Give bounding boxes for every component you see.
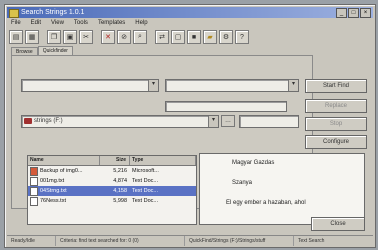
file-list[interactable]: Name Size Type Backup of img0... 5,216 M… (27, 155, 197, 225)
open-icon[interactable]: ▦ (25, 30, 39, 44)
column-name[interactable]: Name (28, 156, 100, 165)
status-state: Ready/Idle (7, 236, 56, 246)
help-icon[interactable]: ? (235, 30, 249, 44)
tab-quickfinder[interactable]: Quickfinder (37, 46, 73, 55)
browse-folder-button[interactable]: … (221, 115, 235, 127)
menu-help[interactable]: Help (135, 19, 147, 28)
replace-button[interactable]: Replace (305, 99, 367, 113)
status-mode: Text Search (298, 238, 325, 244)
window-title: Search Strings 1.0.1 (21, 9, 85, 16)
cancel-icon[interactable]: ⊘ (117, 30, 131, 44)
preview-line: El egy ember a hazaban, ahol (226, 200, 306, 206)
save-icon[interactable]: ▤ (9, 30, 23, 44)
toolbar: ▤ ▦ ❐ ▣ ✂ ✕ ⊘ ⌕ ⇄ ▢ ■ ▰ ⚙ ? (9, 30, 335, 44)
replace-icon[interactable]: ⇄ (155, 30, 169, 44)
file-list-header: Name Size Type (28, 156, 196, 166)
menu-tools[interactable]: Tools (74, 19, 88, 28)
start-find-button[interactable]: Start Find (305, 79, 367, 93)
preview-line: Magyar Gazdas (232, 160, 275, 166)
column-size[interactable]: Size (100, 156, 130, 165)
list-item[interactable]: 001mg.txt 4,874 Text Doc... (28, 176, 196, 186)
document-icon (30, 166, 38, 176)
status-bar: Ready/Idle Criteria: find text searched … (7, 235, 373, 246)
title-bar: Search Strings 1.0.1 _ □ × (7, 7, 373, 18)
minimize-button[interactable]: _ (336, 8, 347, 18)
maximize-button[interactable]: □ (348, 8, 359, 18)
stop-button[interactable]: Stop (305, 117, 367, 131)
replace-text-input[interactable]: ▾ (165, 79, 299, 92)
list-item[interactable]: 76Ness.txt 5,998 Text Doc... (28, 196, 196, 206)
close-button[interactable]: Close (311, 217, 365, 231)
menu-edit[interactable]: Edit (31, 19, 41, 28)
menu-view[interactable]: View (51, 19, 64, 28)
menu-templates[interactable]: Templates (98, 19, 125, 28)
preview-pane[interactable]: Magyar Gazdas Szanya El egy ember a haza… (199, 153, 365, 225)
text-file-icon (30, 176, 38, 186)
status-criteria: Criteria: find text searched for: 0 (0) (56, 236, 185, 246)
app-icon (9, 9, 19, 18)
options-icon[interactable]: ⚙ (219, 30, 233, 44)
menu-file[interactable]: File (11, 19, 21, 28)
status-path: QuickFind/Strings (F:)/Strings/stuff (185, 236, 294, 246)
configure-button[interactable]: Configure (305, 135, 367, 149)
paste-icon[interactable]: ▣ (63, 30, 77, 44)
chevron-down-icon[interactable]: ▾ (288, 80, 298, 91)
delete-icon[interactable]: ✕ (101, 30, 115, 44)
list-item[interactable]: Backup of img0... 5,216 Microsoft... (28, 166, 196, 176)
cut-icon[interactable]: ✂ (79, 30, 93, 44)
drive-icon (24, 118, 32, 124)
close-window-button[interactable]: × (360, 8, 371, 18)
find-text-input[interactable]: ▾ (21, 79, 159, 92)
copy-icon[interactable]: ❐ (47, 30, 61, 44)
text-file-icon (30, 186, 38, 196)
preview-line: Szanya (232, 180, 253, 186)
select-icon[interactable]: ▢ (171, 30, 185, 44)
drive-select[interactable]: strings (F:) ▾ (21, 115, 219, 128)
chevron-down-icon[interactable]: ▾ (148, 80, 158, 91)
column-type[interactable]: Type (130, 156, 196, 165)
folder-icon[interactable]: ▰ (203, 30, 217, 44)
find-icon[interactable]: ⌕ (133, 30, 147, 44)
list-item-selected[interactable]: 04Strng.txt 4,158 Text Doc... (28, 186, 196, 196)
stop-icon[interactable]: ■ (187, 30, 201, 44)
app-window: Search Strings 1.0.1 _ □ × File Edit Vie… (4, 4, 376, 248)
filter-input[interactable] (165, 101, 287, 112)
text-file-icon (30, 196, 38, 206)
menu-bar: File Edit View Tools Templates Help (7, 19, 373, 28)
path-input[interactable] (239, 115, 299, 128)
chevron-down-icon[interactable]: ▾ (208, 116, 218, 127)
